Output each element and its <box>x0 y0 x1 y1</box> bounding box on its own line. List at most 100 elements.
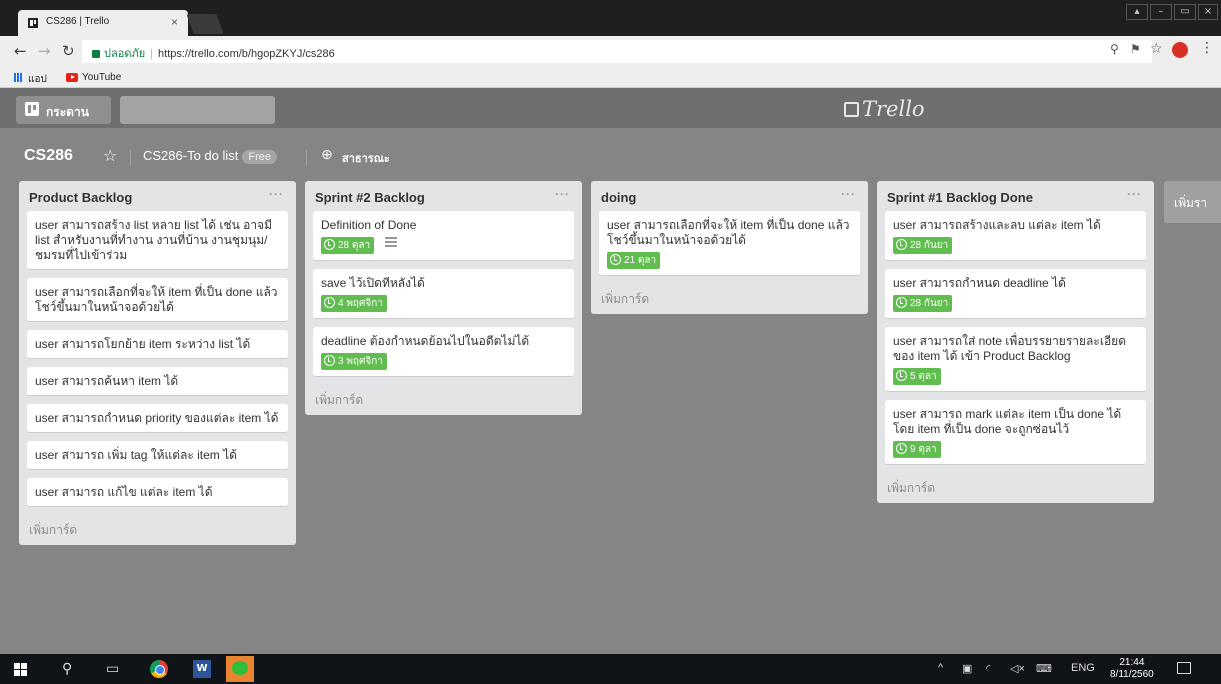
reload-icon[interactable]: ↻ <box>62 42 75 60</box>
list-sprint-2-backlog: Sprint #2 Backlog ··· Definition of Done… <box>305 181 582 415</box>
maximize-button[interactable]: ▭ <box>1174 4 1196 20</box>
card-badges: 5 ตุลา <box>893 368 1138 385</box>
trello-favicon-icon <box>28 18 38 28</box>
clock-date: 8/11/2560 <box>1110 669 1154 680</box>
trello-logo[interactable]: Trello <box>844 97 925 121</box>
word-taskbar-icon[interactable]: W <box>193 660 211 678</box>
list-header[interactable]: doing ··· <box>591 181 868 211</box>
due-date-badge: 3 พฤศจิกา <box>321 353 387 370</box>
board-title[interactable]: CS286 <box>24 147 73 165</box>
profile-icon[interactable]: ▴ <box>1126 4 1148 20</box>
card[interactable]: user สามารถโยกย้าย item ระหว่าง list ได้ <box>27 330 288 359</box>
card-title: user สามารถเลือกที่จะให้ item ที่เป็น do… <box>35 285 278 314</box>
card-badges: 9 ตุลา <box>893 441 1138 458</box>
list-title: Sprint #1 Backlog Done <box>887 190 1033 205</box>
list-header[interactable]: Sprint #1 Backlog Done ··· <box>877 181 1154 211</box>
chevron-up-icon[interactable]: ^ <box>938 662 943 674</box>
add-list-button[interactable]: เพิ่มรา <box>1164 181 1221 223</box>
team-name[interactable]: CS286-To do list Free <box>143 148 278 164</box>
card[interactable]: Definition of Done 28 ตุลา <box>313 211 574 261</box>
team-label: CS286-To do list <box>143 148 239 163</box>
card-title: user สามารถค้นหา item ได้ <box>35 374 179 388</box>
card[interactable]: user สามารถ mark แต่ละ item เป็น done ได… <box>885 400 1146 465</box>
list-title: Product Backlog <box>29 190 133 205</box>
due-date-badge: 28 กันยา <box>893 237 953 254</box>
card[interactable]: save ไว้เปิดทีหลังได้ 4 พฤศจิกา <box>313 269 574 319</box>
card-title: deadline ต้องกำหนดย้อนไปในอดีตไม่ได้ <box>321 334 530 348</box>
task-view-icon[interactable]: ▭ <box>106 661 119 677</box>
due-date-badge: 5 ตุลา <box>893 368 941 385</box>
chrome-taskbar-icon[interactable] <box>150 660 168 678</box>
chrome-menu-icon[interactable]: ⋮ <box>1200 40 1214 56</box>
boards-label: กระดาน <box>46 105 89 119</box>
add-card-button[interactable]: เพิ่มการ์ด <box>877 473 1154 503</box>
add-card-button[interactable]: เพิ่มการ์ด <box>305 385 582 415</box>
card[interactable]: user สามารถกำหนด priority ของแต่ละ item … <box>27 404 288 433</box>
wifi-icon[interactable]: ◜ <box>986 662 990 675</box>
search-icon[interactable]: ⚲ <box>62 661 72 677</box>
due-date-badge: 28 กันยา <box>893 295 953 312</box>
card[interactable]: user สามารถใส่ note เพื่อบรรยายรายละเอีย… <box>885 327 1146 392</box>
card[interactable]: user สามารถค้นหา item ได้ <box>27 367 288 396</box>
card-badges: 28 กันยา <box>893 295 1138 312</box>
star-icon[interactable]: ☆ <box>103 146 117 165</box>
bookmark-apps[interactable]: แอป <box>28 72 47 87</box>
boards-icon <box>25 102 39 116</box>
card-title: user สามารถ mark แต่ละ item เป็น done ได… <box>893 407 1122 436</box>
line-taskbar-icon[interactable] <box>226 656 254 682</box>
boards-button[interactable]: กระดาน <box>16 96 111 124</box>
card-badges: 28 กันยา <box>893 237 1138 254</box>
windows-start-icon[interactable] <box>14 663 27 676</box>
bookmark-youtube[interactable]: YouTube <box>82 72 121 83</box>
due-date-badge: 28 ตุลา <box>321 237 375 254</box>
due-date: 21 ตุลา <box>624 255 657 266</box>
taskbar-clock[interactable]: 21:44 8/11/2560 <box>1110 657 1154 681</box>
add-card-button[interactable]: เพิ่มการ์ด <box>19 515 296 545</box>
list-header[interactable]: Sprint #2 Backlog ··· <box>305 181 582 211</box>
clock-icon <box>324 239 335 250</box>
language-indicator[interactable]: ENG <box>1071 662 1095 674</box>
secure-label: ปลอดภัย <box>104 48 146 60</box>
browser-tab[interactable]: CS286 | Trello × <box>18 10 188 36</box>
keyboard-icon[interactable]: ⌨ <box>1036 662 1052 675</box>
card-badges: 4 พฤศจิกา <box>321 295 566 312</box>
card-badges: 3 พฤศจิกา <box>321 353 566 370</box>
card-title: user สามารถโยกย้าย item ระหว่าง list ได้ <box>35 337 251 351</box>
card[interactable]: user สามารถสร้าง list หลาย list ได้ เช่น… <box>27 211 288 270</box>
add-card-button[interactable]: เพิ่มการ์ด <box>591 284 868 314</box>
new-tab-button[interactable] <box>186 14 224 34</box>
lock-icon <box>92 50 100 58</box>
card[interactable]: user สามารถกำหนด deadline ได้ 28 กันยา <box>885 269 1146 319</box>
forward-arrow-icon[interactable]: → <box>38 42 51 60</box>
card[interactable]: user สามารถ แก้ไข แต่ละ item ได้ <box>27 478 288 507</box>
list-menu-icon[interactable]: ··· <box>269 187 284 201</box>
extension-icon[interactable] <box>1172 42 1188 58</box>
list-header[interactable]: Product Backlog ··· <box>19 181 296 211</box>
list-menu-icon[interactable]: ··· <box>555 187 570 201</box>
visibility-label[interactable]: สาธารณะ <box>342 149 390 167</box>
card-title: save ไว้เปิดทีหลังได้ <box>321 276 425 290</box>
card[interactable]: deadline ต้องกำหนดย้อนไปในอดีตไม่ได้ 3 พ… <box>313 327 574 377</box>
list-menu-icon[interactable]: ··· <box>1127 187 1142 201</box>
card-title: user สามารถสร้างและลบ แต่ละ item ได้ <box>893 218 1101 232</box>
list-doing: doing ··· user สามารถเลือกที่จะให้ item … <box>591 181 868 314</box>
card-title: user สามารถ เพิ่ม tag ให้แต่ละ item ได้ <box>35 448 237 462</box>
volume-muted-icon[interactable]: ◁× <box>1010 662 1025 675</box>
back-arrow-icon[interactable]: ← <box>14 42 27 60</box>
address-bar[interactable]: ปลอดภัย | https://trello.com/b/hgopZKYJ/cs… <box>82 40 1152 63</box>
tab-close-icon[interactable]: × <box>171 15 178 29</box>
close-window-button[interactable]: × <box>1198 4 1218 20</box>
card[interactable]: user สามารถเลือกที่จะให้ item ที่เป็น do… <box>27 278 288 322</box>
card[interactable]: user สามารถเลือกที่จะให้ item ที่เป็น do… <box>599 211 860 276</box>
notification-icon[interactable] <box>1177 662 1191 674</box>
list-menu-icon[interactable]: ··· <box>841 187 856 201</box>
search-input[interactable] <box>120 96 275 124</box>
bookmark-star-icon[interactable]: ☆ <box>1150 41 1163 57</box>
network-icon[interactable]: ▣ <box>962 662 972 675</box>
youtube-icon[interactable] <box>66 73 78 82</box>
apps-grid-icon[interactable] <box>14 73 23 82</box>
minimize-button[interactable]: – <box>1150 4 1172 20</box>
card[interactable]: user สามารถสร้างและลบ แต่ละ item ได้ 28 … <box>885 211 1146 261</box>
globe-icon[interactable]: ⊕ <box>321 147 333 163</box>
card[interactable]: user สามารถ เพิ่ม tag ให้แต่ละ item ได้ <box>27 441 288 470</box>
